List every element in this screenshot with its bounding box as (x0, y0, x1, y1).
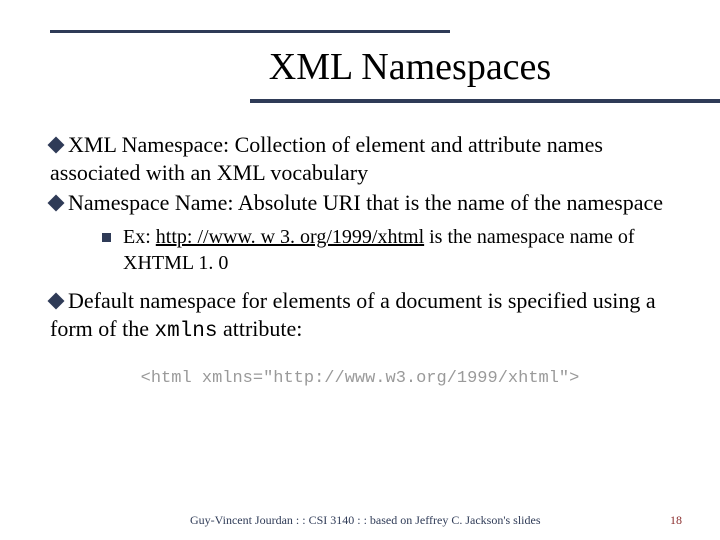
page-number: 18 (670, 513, 682, 528)
bullet-2: Namespace Name: Absolute URI that is the… (50, 189, 670, 217)
bullet-3-code: xmlns (154, 320, 217, 343)
content-area: XML Namespace: Collection of element and… (50, 131, 670, 389)
bullet-1: XML Namespace: Collection of element and… (50, 131, 670, 187)
bullet-3: Default namespace for elements of a docu… (50, 287, 670, 346)
sub1-link: http: //www. w 3. org/1999/xhtml (156, 226, 424, 248)
bullet-1-text: XML Namespace: Collection of element and… (50, 132, 603, 185)
title-rule-bottom (250, 99, 720, 103)
footer: Guy-Vincent Jourdan : : CSI 3140 : : bas… (0, 513, 720, 528)
square-icon (102, 233, 111, 242)
diamond-icon (48, 292, 65, 309)
sub-bullet-list: Ex: http: //www. w 3. org/1999/xhtml is … (102, 225, 670, 276)
footer-text: Guy-Vincent Jourdan : : CSI 3140 : : bas… (190, 513, 541, 528)
diamond-icon (48, 137, 65, 154)
slide-container: XML Namespaces XML Namespace: Collection… (0, 0, 720, 540)
slide-title: XML Namespaces (150, 45, 670, 89)
bullet-3-prefix: Default namespace for elements of a docu… (50, 288, 656, 341)
sub-bullet-1: Ex: http: //www. w 3. org/1999/xhtml is … (102, 225, 670, 276)
bullet-3-suffix: attribute: (217, 316, 302, 341)
code-block: <html xmlns="http://www.w3.org/1999/xhtm… (50, 368, 670, 390)
diamond-icon (48, 195, 65, 212)
sub-bullet-text: Ex: http: //www. w 3. org/1999/xhtml is … (123, 225, 670, 276)
sub1-prefix: Ex: (123, 226, 156, 248)
bullet-2-text: Namespace Name: Absolute URI that is the… (68, 190, 663, 215)
title-rule-top (50, 30, 450, 33)
